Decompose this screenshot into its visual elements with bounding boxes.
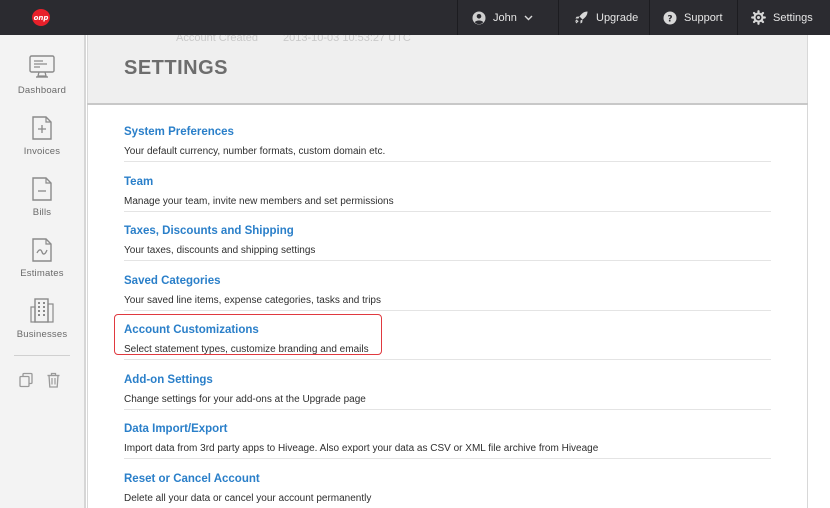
settings-item-title[interactable]: Team — [124, 176, 153, 188]
sidebar-item-label: Estimates — [20, 268, 64, 279]
settings-item-title[interactable]: Reset or Cancel Account — [124, 473, 260, 485]
settings-item-title[interactable]: Data Import/Export — [124, 423, 228, 435]
settings-item-title[interactable]: Taxes, Discounts and Shipping — [124, 225, 294, 237]
settings-panel: System Preferences Your default currency… — [87, 105, 808, 508]
settings-item-description: Manage your team, invite new members and… — [124, 196, 394, 207]
settings-item-description: Import data from 3rd party apps to Hivea… — [124, 443, 599, 454]
settings-item-reset-cancel[interactable]: Reset or Cancel Account Delete all your … — [124, 459, 771, 508]
support-label: Support — [684, 11, 723, 24]
sidebar-item-dashboard[interactable]: Dashboard — [0, 55, 84, 96]
estimate-wave-icon — [0, 238, 84, 262]
sidebar-divider — [14, 355, 70, 356]
settings-item-addon-settings[interactable]: Add-on Settings Change settings for your… — [124, 360, 771, 410]
settings-item-description: Your default currency, number formats, c… — [124, 146, 386, 157]
sidebar-item-bills[interactable]: Bills — [0, 177, 84, 218]
page-title: SETTINGS — [124, 57, 229, 79]
upgrade-link[interactable]: Upgrade — [558, 0, 649, 35]
account-created-value: 2013-10-03 10:53:27 UTC — [283, 35, 411, 44]
sidebar-item-label: Dashboard — [17, 85, 67, 96]
settings-item-description: Change settings for your add-ons at the … — [124, 394, 366, 405]
sidebar-item-label: Invoices — [23, 146, 61, 157]
question-circle-icon: ? — [663, 11, 677, 25]
gear-icon — [751, 10, 766, 25]
user-avatar-icon — [472, 11, 486, 25]
settings-item-title[interactable]: Add-on Settings — [124, 374, 213, 386]
sidebar: Dashboard Invoices Bills Estimates Busin… — [0, 35, 86, 508]
copy-icon[interactable] — [18, 372, 34, 388]
sidebar-item-invoices[interactable]: Invoices — [0, 116, 84, 157]
settings-item-team[interactable]: Team Manage your team, invite new member… — [124, 162, 771, 212]
settings-item-title[interactable]: Saved Categories — [124, 275, 221, 287]
sidebar-item-estimates[interactable]: Estimates — [0, 238, 84, 279]
account-created-info: Account Created 2013-10-03 10:53:27 UTC — [176, 35, 411, 44]
sidebar-item-label: Bills — [32, 207, 52, 218]
chevron-down-icon — [524, 15, 533, 21]
top-bar: onp John Upgrade ? Support Settings — [0, 0, 830, 35]
top-nav: John Upgrade ? Support Settings — [457, 0, 830, 35]
settings-item-description: Your saved line items, expense categorie… — [124, 295, 381, 306]
settings-item-description: Delete all your data or cancel your acco… — [124, 493, 372, 504]
sidebar-item-businesses[interactable]: Businesses — [0, 298, 84, 340]
user-name: John — [493, 11, 517, 24]
svg-text:?: ? — [667, 14, 672, 24]
settings-item-taxes[interactable]: Taxes, Discounts and Shipping Your taxes… — [124, 211, 771, 261]
sidebar-item-label: Businesses — [16, 329, 68, 340]
settings-item-description: Select statement types, customize brandi… — [124, 344, 369, 355]
settings-item-title[interactable]: Account Customizations — [124, 324, 259, 336]
trash-icon[interactable] — [46, 372, 61, 388]
support-link[interactable]: ? Support — [649, 0, 737, 35]
settings-label: Settings — [773, 11, 813, 24]
rocket-icon — [574, 10, 589, 25]
sidebar-tools — [18, 372, 61, 388]
settings-link[interactable]: Settings — [737, 0, 830, 35]
settings-item-saved-categories[interactable]: Saved Categories Your saved line items, … — [124, 261, 771, 311]
upgrade-label: Upgrade — [596, 11, 639, 24]
settings-item-description: Your taxes, discounts and shipping setti… — [124, 245, 316, 256]
page-header: Account Created 2013-10-03 10:53:27 UTC … — [87, 35, 808, 103]
settings-item-system-preferences[interactable]: System Preferences Your default currency… — [124, 112, 771, 162]
settings-item-account-customizations[interactable]: Account Customizations Select statement … — [124, 310, 771, 360]
app-logo[interactable]: onp — [30, 8, 52, 27]
account-created-label: Account Created — [176, 35, 258, 44]
settings-item-data-import-export[interactable]: Data Import/Export Import data from 3rd … — [124, 409, 771, 459]
settings-item-title[interactable]: System Preferences — [124, 126, 234, 138]
dashboard-icon — [0, 55, 84, 79]
bill-minus-icon — [0, 177, 84, 201]
user-menu[interactable]: John — [457, 0, 558, 35]
building-icon — [0, 298, 84, 323]
invoice-plus-icon — [0, 116, 84, 140]
logo-icon: onp — [32, 9, 50, 26]
svg-text:onp: onp — [34, 14, 49, 22]
